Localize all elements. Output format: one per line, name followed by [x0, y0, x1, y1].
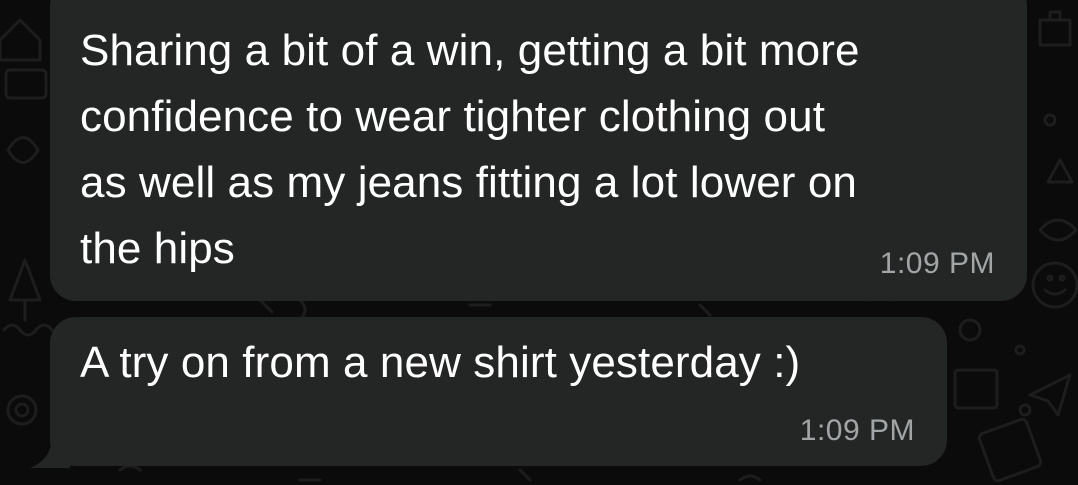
doodle-leaf-icon — [6, 136, 40, 164]
message-bubble[interactable]: A try on from a new shirt yesterday :) 1… — [50, 317, 947, 466]
doodle-leaf-right-icon — [1038, 218, 1078, 242]
doodle-wave-icon — [2, 323, 54, 337]
doodle-pot-icon — [1038, 10, 1072, 47]
doodle-box-icon — [4, 68, 48, 100]
doodle-frame-icon — [953, 368, 999, 410]
message-bubble[interactable]: Sharing a bit of a win, getting a bit mo… — [50, 0, 1027, 301]
doodle-card-icon — [977, 417, 1043, 483]
doodle-paper-plane-icon — [1028, 373, 1072, 417]
message-text: Sharing a bit of a win, getting a bit mo… — [80, 26, 860, 273]
doodle-face-icon — [1031, 261, 1078, 309]
message-timestamp: 1:09 PM — [799, 414, 915, 447]
doodle-circle-icon — [6, 394, 38, 426]
doodle-house-icon — [0, 18, 42, 62]
doodle-tree-icon — [8, 258, 42, 322]
message-timestamp: 1:09 PM — [879, 247, 995, 280]
message-text: A try on from a new shirt yesterday :) — [80, 338, 801, 387]
